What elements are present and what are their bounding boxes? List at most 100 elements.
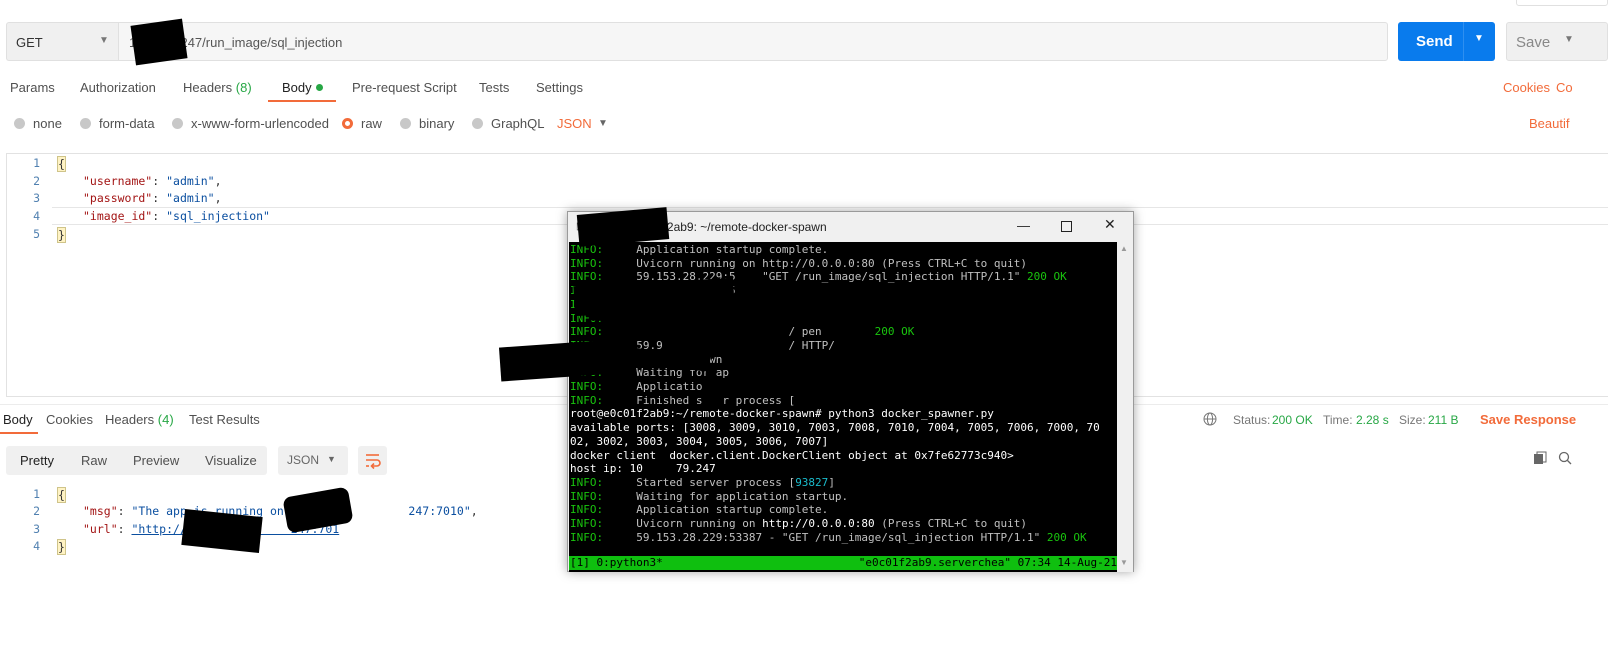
save-button[interactable]: Save ▼: [1506, 22, 1608, 61]
radio-dot: [172, 118, 183, 129]
radio-urlencoded[interactable]: x-www-form-urlencoded: [172, 116, 329, 131]
redaction-mark: [282, 486, 354, 534]
tab-headers-label: Headers: [183, 80, 233, 95]
log-level: INFO:: [570, 530, 604, 544]
radio-form-data-label: form-data: [99, 116, 155, 131]
response-tab-body[interactable]: Body: [3, 412, 33, 427]
code-link[interactable]: Co: [1556, 80, 1573, 95]
line-number: 2: [33, 174, 40, 188]
terminal-line: 02, 3002, 3003, 3004, 3005, 3006, 7007]: [570, 435, 828, 449]
radio-form-data[interactable]: form-data: [80, 116, 155, 131]
status-value: 200 OK: [1272, 413, 1313, 427]
log-text: Application startup complete.: [603, 243, 829, 256]
body-language-select[interactable]: JSON: [557, 116, 592, 131]
json-comma: ,: [214, 174, 222, 188]
wrap-lines-icon: [366, 454, 381, 470]
json-value: "admin": [166, 174, 215, 188]
response-tab-test-results[interactable]: Test Results: [189, 412, 260, 427]
log-level: INFO:: [570, 256, 604, 270]
save-response-button[interactable]: Save Response: [1480, 412, 1576, 427]
chevron-down-icon: ▼: [327, 454, 336, 464]
json-key: "image_id": [83, 209, 153, 223]
beautify-link[interactable]: Beautif: [1529, 116, 1569, 131]
redaction-mark: [181, 509, 263, 553]
method-select[interactable]: GET ▼: [6, 22, 118, 61]
view-raw-button[interactable]: Raw: [81, 453, 107, 468]
log-text: Applicatio: [603, 380, 703, 393]
cookies-link[interactable]: Cookies: [1503, 80, 1550, 95]
view-visualize-button[interactable]: Visualize: [205, 453, 257, 468]
json-comma: ,: [214, 191, 222, 205]
response-tab-headers[interactable]: Headers (4): [105, 412, 174, 427]
json-key: "username": [83, 174, 153, 188]
terminal-line: INFO: Finished s r process [: [570, 394, 795, 408]
line-number: 4: [33, 209, 40, 223]
copy-icon[interactable]: [1533, 451, 1547, 465]
maximize-icon[interactable]: [1061, 221, 1072, 232]
view-pretty-button[interactable]: Pretty: [20, 453, 54, 468]
corner-button[interactable]: [1516, 0, 1608, 6]
tab-settings[interactable]: Settings: [536, 80, 583, 95]
tab-headers[interactable]: Headers (8): [183, 80, 252, 95]
view-preview-button[interactable]: Preview: [133, 453, 179, 468]
close-icon[interactable]: ✕: [1104, 216, 1116, 233]
chevron-down-icon[interactable]: ▼: [1474, 33, 1484, 44]
radio-dot: [14, 118, 25, 129]
save-label: Save: [1516, 34, 1551, 51]
terminal-line: docker client docker.client.DockerClient…: [570, 449, 1014, 463]
json-value: "sql_injection": [166, 209, 270, 223]
line-number: 3: [33, 191, 40, 205]
globe-icon[interactable]: [1203, 412, 1217, 426]
scroll-up-icon[interactable]: ▲: [1120, 244, 1128, 253]
response-language-select[interactable]: JSON ▼: [278, 446, 348, 475]
radio-none[interactable]: none: [14, 116, 62, 131]
radio-binary[interactable]: binary: [400, 116, 454, 131]
json-close-brace: }: [57, 227, 66, 243]
uvicorn-url: http://0.0.0.0:80: [762, 517, 875, 530]
terminal-line: INFO: 59.153.28.229:53387 - "GET /run_im…: [570, 531, 1087, 545]
radio-dot-selected: [342, 118, 353, 129]
active-tab-underline: [268, 100, 336, 102]
url-input[interactable]: 1 247/run_image/sql_injection: [118, 22, 1388, 61]
search-icon[interactable]: [1558, 451, 1572, 465]
response-tab-headers-label: Headers: [105, 412, 155, 427]
docker-client-line: docker client docker.client.DockerClient…: [570, 448, 1014, 462]
send-divider: [1463, 22, 1464, 61]
line-number: 5: [33, 227, 40, 241]
log-text: 59.153.28.229:53387 - "GET /run_image/sq…: [603, 530, 1047, 544]
log-text: Waiting for application startup.: [603, 489, 849, 503]
wrap-lines-button[interactable]: [358, 446, 387, 475]
tab-authorization[interactable]: Authorization: [80, 80, 156, 95]
tab-tests[interactable]: Tests: [479, 80, 509, 95]
line-number: 1: [33, 487, 40, 501]
headers-count: (8): [235, 80, 252, 95]
radio-graphql[interactable]: GraphQL: [472, 116, 544, 131]
method-label: GET: [16, 35, 43, 50]
chevron-down-icon: ▼: [99, 35, 109, 46]
active-tab-underline: [0, 432, 38, 434]
log-text: Uvicorn running on http://0.0.0.0:80 (Pr…: [603, 256, 1027, 270]
send-button[interactable]: Send ▼: [1398, 22, 1495, 61]
tab-params[interactable]: Params: [10, 80, 55, 95]
radio-dot: [400, 118, 411, 129]
json-value: "admin": [166, 191, 215, 205]
chevron-down-icon[interactable]: ▼: [598, 118, 608, 129]
tab-prerequest-script[interactable]: Pre-request Script: [352, 80, 457, 95]
json-field-username: "username": "admin",: [83, 174, 222, 188]
json-key: "password": [83, 191, 153, 205]
radio-raw[interactable]: raw: [342, 116, 382, 131]
log-text: / pen: [603, 325, 875, 339]
response-tab-cookies[interactable]: Cookies: [46, 412, 93, 427]
json-open-brace: {: [57, 487, 66, 503]
chevron-down-icon[interactable]: ▼: [1564, 34, 1574, 45]
scroll-down-icon[interactable]: ▼: [1120, 558, 1128, 567]
log-text: (Press CTRL+C to quit): [874, 517, 1027, 530]
tab-body[interactable]: Body: [282, 80, 312, 95]
send-label: Send: [1416, 33, 1453, 50]
log-level: INFO:: [570, 503, 604, 517]
minimize-icon[interactable]: —: [1017, 218, 1030, 233]
terminal-window[interactable]: ▣ root@e0c01f2ab9: ~/remote-docker-spawn…: [567, 211, 1134, 572]
radio-none-label: none: [33, 116, 62, 131]
terminal-scrollbar[interactable]: ▲ ▼: [1117, 242, 1133, 572]
redaction-mark: [130, 18, 188, 66]
